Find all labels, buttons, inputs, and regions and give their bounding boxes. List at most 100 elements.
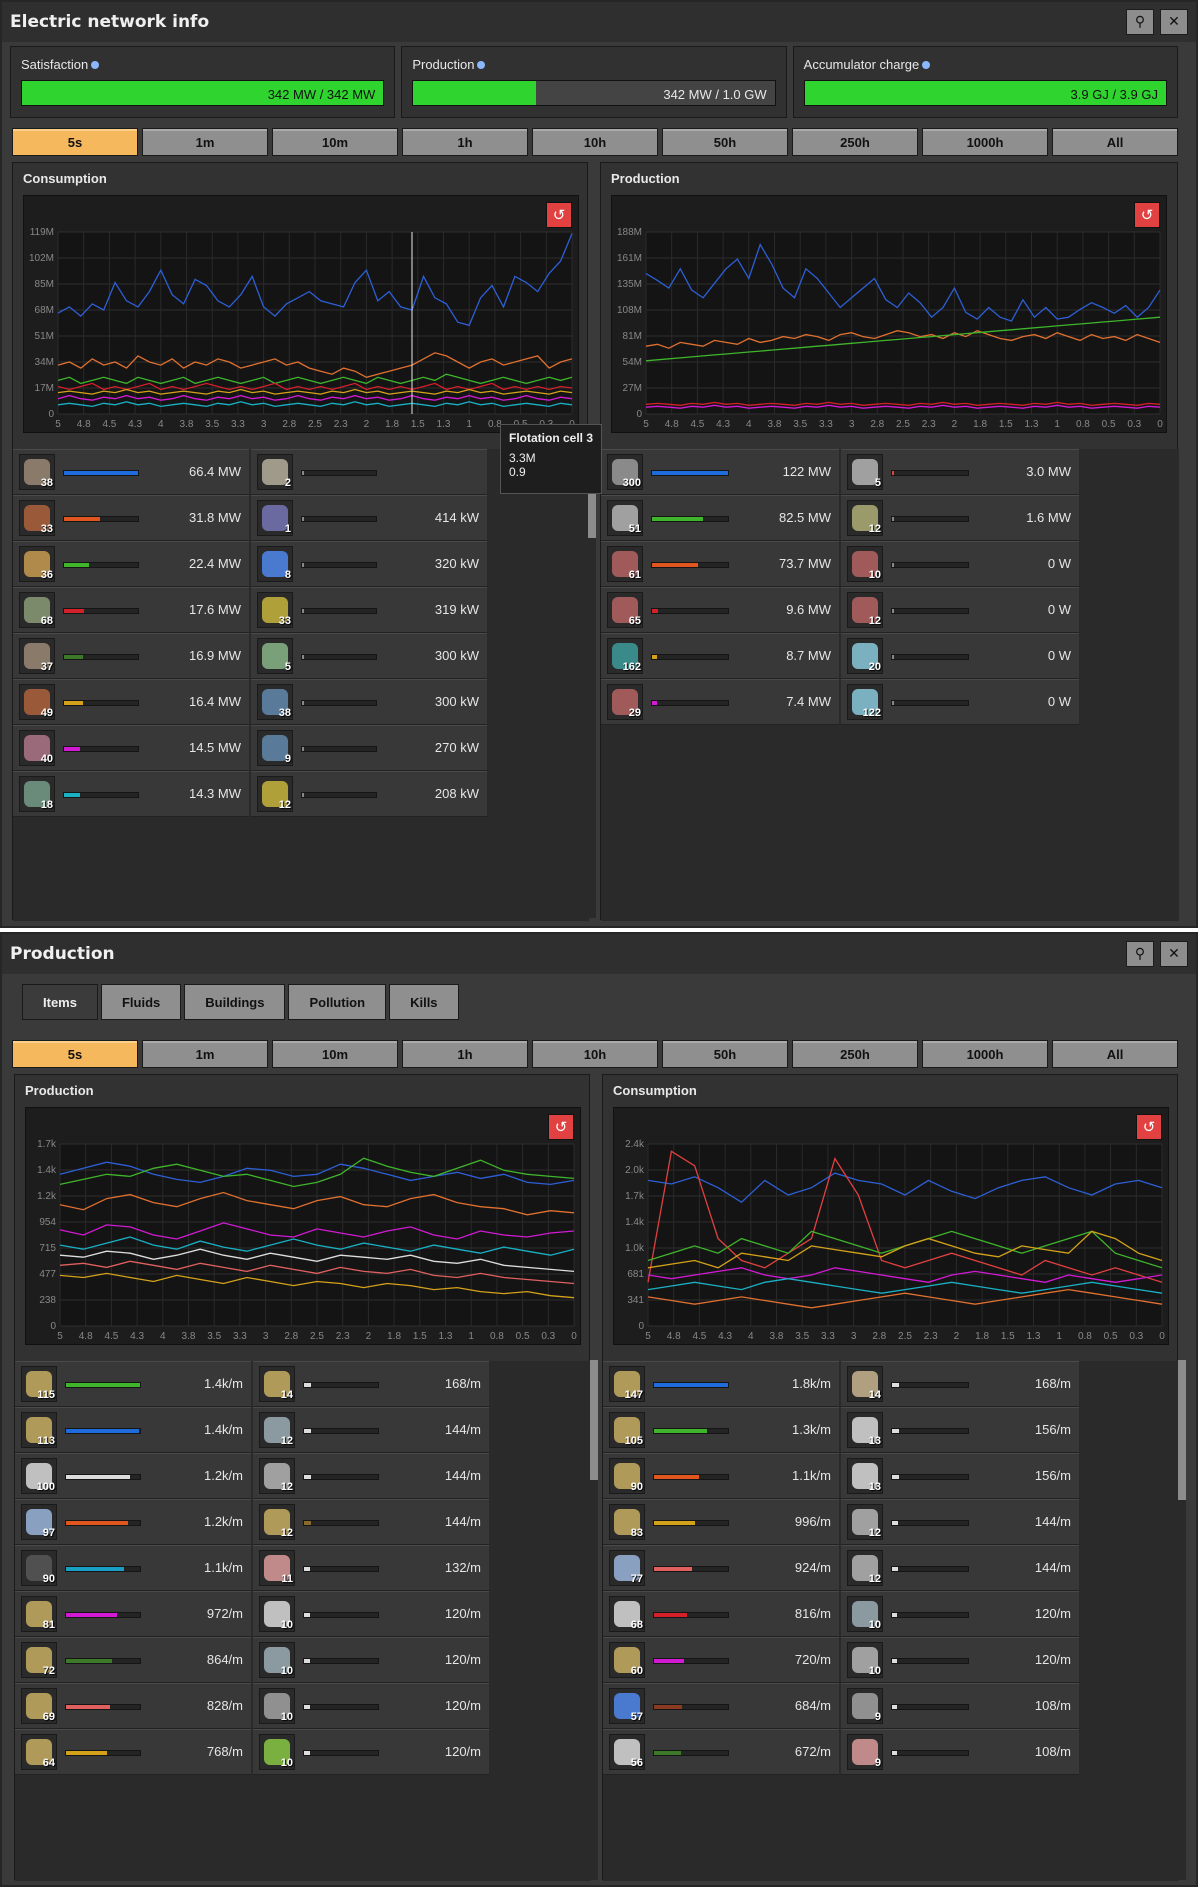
list-item[interactable]: 9 108/m [841,1683,1079,1729]
reset-icon[interactable]: ↺ [1134,202,1160,228]
items-production-scrollbar[interactable] [590,1360,598,1880]
time-button-5s[interactable]: 5s [12,1040,138,1068]
items-consumption-scrollbar[interactable] [1178,1360,1186,1880]
list-item[interactable]: 300 122 MW [601,449,839,495]
list-item[interactable]: 36 22.4 MW [13,541,249,587]
list-item[interactable]: 14 168/m [841,1361,1079,1407]
list-item[interactable]: 113 1.4k/m [15,1407,251,1453]
tab-fluids[interactable]: Fluids [100,984,182,1020]
x-tick-label: 3.8 [182,1331,196,1342]
tab-buildings[interactable]: Buildings [184,984,286,1020]
time-button-10h[interactable]: 10h [532,128,658,156]
search-icon[interactable]: ⚲ [1126,941,1154,967]
reset-icon[interactable]: ↺ [546,202,572,228]
list-item[interactable]: 18 14.3 MW [13,771,249,817]
list-item[interactable]: 9 108/m [841,1729,1079,1775]
list-item[interactable]: 2 [251,449,487,495]
list-item[interactable]: 33 319 kW [251,587,487,633]
list-item[interactable]: 162 8.7 MW [601,633,839,679]
list-item[interactable]: 20 0 W [841,633,1079,679]
list-item[interactable]: 12 144/m [253,1453,489,1499]
time-button-all[interactable]: All [1052,128,1178,156]
tab-items[interactable]: Items [22,984,98,1020]
list-item[interactable]: 12 144/m [253,1499,489,1545]
list-item[interactable]: 97 1.2k/m [15,1499,251,1545]
list-item[interactable]: 68 816/m [603,1591,839,1637]
list-item[interactable]: 10 120/m [841,1591,1079,1637]
list-item[interactable]: 29 7.4 MW [601,679,839,725]
list-item[interactable]: 12 0 W [841,587,1079,633]
time-button-1000h[interactable]: 1000h [922,1040,1048,1068]
list-item[interactable]: 10 120/m [253,1683,489,1729]
list-item[interactable]: 10 120/m [253,1591,489,1637]
list-item[interactable]: 122 0 W [841,679,1079,725]
list-item[interactable]: 56 672/m [603,1729,839,1775]
list-item[interactable]: 61 73.7 MW [601,541,839,587]
list-item[interactable]: 100 1.2k/m [15,1453,251,1499]
list-item[interactable]: 14 168/m [253,1361,489,1407]
list-item[interactable]: 10 120/m [253,1637,489,1683]
list-item[interactable]: 38 66.4 MW [13,449,249,495]
time-button-10h[interactable]: 10h [532,1040,658,1068]
time-button-all[interactable]: All [1052,1040,1178,1068]
time-button-250h[interactable]: 250h [792,128,918,156]
time-button-1h[interactable]: 1h [402,128,528,156]
list-item[interactable]: 33 31.8 MW [13,495,249,541]
list-item[interactable]: 72 864/m [15,1637,251,1683]
list-item[interactable]: 9 270 kW [251,725,487,771]
time-button-1000h[interactable]: 1000h [922,128,1048,156]
list-item[interactable]: 81 972/m [15,1591,251,1637]
list-item[interactable]: 147 1.8k/m [603,1361,839,1407]
list-item[interactable]: 68 17.6 MW [13,587,249,633]
list-item[interactable]: 69 828/m [15,1683,251,1729]
tab-kills[interactable]: Kills [389,984,459,1020]
list-item[interactable]: 49 16.4 MW [13,679,249,725]
list-item[interactable]: 60 720/m [603,1637,839,1683]
close-icon[interactable]: ✕ [1160,9,1188,35]
time-button-1m[interactable]: 1m [142,128,268,156]
list-item[interactable]: 8 320 kW [251,541,487,587]
list-item[interactable]: 13 156/m [841,1407,1079,1453]
list-item[interactable]: 64 768/m [15,1729,251,1775]
time-button-1h[interactable]: 1h [402,1040,528,1068]
list-item[interactable]: 13 156/m [841,1453,1079,1499]
list-item[interactable]: 10 120/m [841,1637,1079,1683]
list-item[interactable]: 12 1.6 MW [841,495,1079,541]
list-item[interactable]: 12 208 kW [251,771,487,817]
list-item[interactable]: 90 1.1k/m [603,1453,839,1499]
list-item[interactable]: 5 3.0 MW [841,449,1079,495]
list-item[interactable]: 65 9.6 MW [601,587,839,633]
close-icon[interactable]: ✕ [1160,941,1188,967]
rate-bar [303,1520,379,1526]
list-item[interactable]: 37 16.9 MW [13,633,249,679]
consumption-scrollbar[interactable] [588,448,596,918]
search-icon[interactable]: ⚲ [1126,9,1154,35]
list-item[interactable]: 83 996/m [603,1499,839,1545]
reset-icon[interactable]: ↺ [1136,1114,1162,1140]
time-button-50h[interactable]: 50h [662,128,788,156]
list-item[interactable]: 90 1.1k/m [15,1545,251,1591]
reset-icon[interactable]: ↺ [548,1114,574,1140]
time-button-10m[interactable]: 10m [272,1040,398,1068]
list-item[interactable]: 115 1.4k/m [15,1361,251,1407]
time-button-50h[interactable]: 50h [662,1040,788,1068]
list-item[interactable]: 51 82.5 MW [601,495,839,541]
list-item[interactable]: 1 414 kW [251,495,487,541]
list-item[interactable]: 10 0 W [841,541,1079,587]
time-button-10m[interactable]: 10m [272,128,398,156]
list-item[interactable]: 5 300 kW [251,633,487,679]
list-item[interactable]: 77 924/m [603,1545,839,1591]
list-item[interactable]: 12 144/m [253,1407,489,1453]
list-item[interactable]: 12 144/m [841,1499,1079,1545]
list-item[interactable]: 11 132/m [253,1545,489,1591]
list-item[interactable]: 10 120/m [253,1729,489,1775]
list-item[interactable]: 12 144/m [841,1545,1079,1591]
list-item[interactable]: 57 684/m [603,1683,839,1729]
list-item[interactable]: 38 300 kW [251,679,487,725]
tab-pollution[interactable]: Pollution [288,984,387,1020]
time-button-1m[interactable]: 1m [142,1040,268,1068]
time-button-5s[interactable]: 5s [12,128,138,156]
time-button-250h[interactable]: 250h [792,1040,918,1068]
list-item[interactable]: 105 1.3k/m [603,1407,839,1453]
list-item[interactable]: 40 14.5 MW [13,725,249,771]
